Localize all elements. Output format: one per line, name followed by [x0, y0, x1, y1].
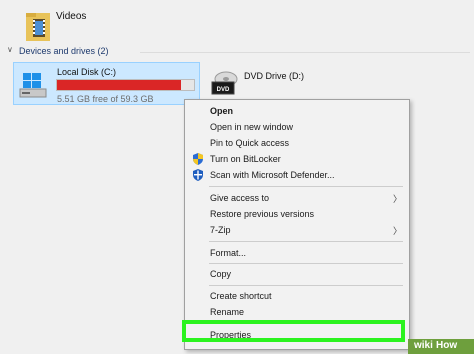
menu-item-turn-on-bitlocker[interactable]: Turn on BitLocker: [185, 151, 409, 167]
menu-item-7zip[interactable]: 7-Zip 〉: [185, 222, 409, 238]
menu-item-label: Create shortcut: [210, 291, 272, 301]
menu-item-label: Open in new window: [210, 122, 294, 132]
context-menu: Open Open in new window Pin to Quick acc…: [184, 99, 410, 350]
menu-item-restore-previous-versions[interactable]: Restore previous versions: [185, 206, 409, 222]
menu-item-rename[interactable]: Rename: [185, 304, 409, 320]
drive-name-dvd[interactable]: DVD Drive (D:): [244, 71, 304, 81]
disk-usage-bar: [56, 79, 195, 91]
menu-item-create-shortcut[interactable]: Create shortcut: [185, 288, 409, 304]
menu-item-label: Scan with Microsoft Defender...: [210, 170, 335, 180]
properties-highlight-box: [182, 320, 405, 342]
menu-separator: [209, 263, 403, 264]
drive-name-local-disk: Local Disk (C:): [57, 67, 117, 77]
menu-item-scan-defender[interactable]: Scan with Microsoft Defender...: [185, 167, 409, 183]
section-header-devices[interactable]: Devices and drives (2): [19, 46, 109, 56]
menu-item-label: 7-Zip: [210, 225, 231, 235]
menu-item-open[interactable]: Open: [185, 103, 409, 119]
video-folder-icon[interactable]: [24, 9, 52, 45]
watermark-text: wiki: [414, 340, 433, 351]
uac-shield-icon: [192, 153, 204, 165]
dvd-drive-icon[interactable]: DVD: [206, 70, 240, 98]
windows-disk-icon: [18, 70, 48, 100]
submenu-arrow-icon: 〉: [393, 194, 403, 204]
menu-item-label: Open: [210, 106, 234, 116]
menu-item-label: Restore previous versions: [210, 209, 315, 219]
menu-item-label: Rename: [210, 307, 245, 317]
watermark-text: How: [436, 340, 458, 351]
menu-item-give-access[interactable]: Give access to 〉: [185, 190, 409, 206]
drive-free-space: 5.51 GB free of 59.3 GB: [57, 94, 154, 104]
menu-separator: [209, 241, 403, 242]
folder-label-videos[interactable]: Videos: [56, 11, 86, 22]
disk-usage-fill: [57, 80, 182, 90]
menu-item-label: Copy: [210, 269, 232, 279]
menu-separator: [209, 285, 403, 286]
menu-separator: [209, 186, 403, 187]
section-divider: [140, 52, 470, 53]
wikihow-watermark: wiki How: [408, 339, 474, 354]
menu-item-label: Pin to Quick access: [210, 138, 290, 148]
menu-item-open-new-window[interactable]: Open in new window: [185, 119, 409, 135]
submenu-arrow-icon: 〉: [393, 226, 403, 236]
menu-item-label: Format...: [210, 248, 247, 258]
menu-item-copy[interactable]: Copy: [185, 266, 409, 282]
svg-text:DVD: DVD: [217, 87, 230, 93]
defender-icon: [192, 169, 204, 181]
menu-item-label: Give access to: [210, 193, 270, 203]
menu-item-format[interactable]: Format...: [185, 245, 409, 261]
menu-item-label: Turn on BitLocker: [210, 154, 281, 164]
chevron-down-icon[interactable]: ∨: [7, 45, 13, 54]
menu-item-pin-quick-access[interactable]: Pin to Quick access: [185, 135, 409, 151]
